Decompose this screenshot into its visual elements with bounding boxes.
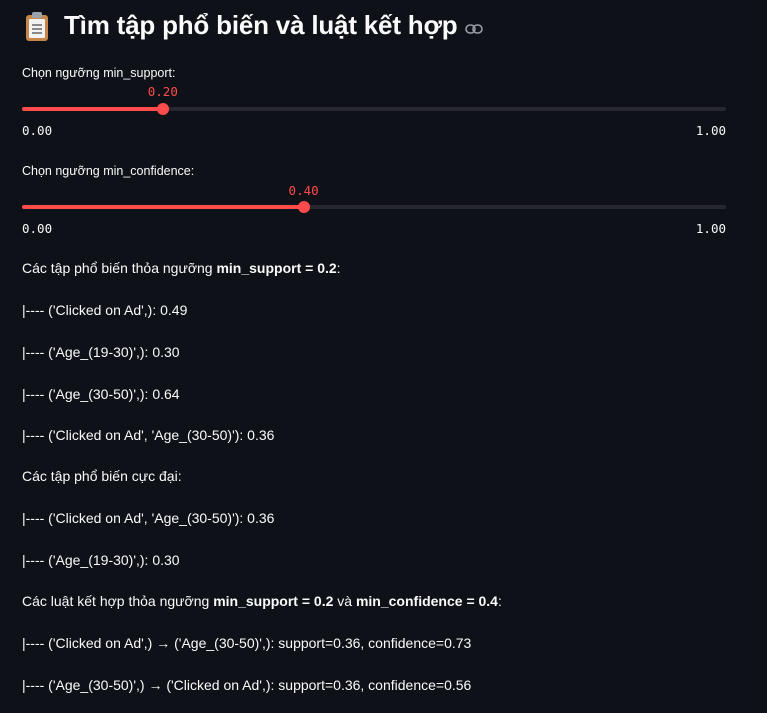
slider-track[interactable] bbox=[22, 201, 726, 213]
slider-thumb[interactable] bbox=[156, 103, 169, 115]
slider-value: 0.20 bbox=[147, 84, 178, 99]
list-item: |---- ('Clicked on Ad', 'Age_(30-50)'): … bbox=[22, 510, 275, 526]
rule-item: |---- ('Age_(30-50)',) → ('Clicked on Ad… bbox=[22, 677, 472, 693]
slider-label: Chọn ngưỡng min_support: bbox=[22, 66, 176, 80]
list-item: |---- ('Clicked on Ad',): 0.49 bbox=[22, 302, 188, 318]
list-item: |---- ('Age_(30-50)',): 0.64 bbox=[22, 386, 180, 402]
clipboard-icon bbox=[24, 11, 50, 41]
frequent-itemsets-heading: Các tập phổ biến thỏa ngưỡng min_support… bbox=[22, 260, 341, 276]
slider-label: Chọn ngưỡng min_confidence: bbox=[22, 164, 195, 178]
link-icon[interactable] bbox=[465, 23, 484, 35]
slider-track[interactable] bbox=[22, 103, 726, 115]
min-confidence-slider: Chọn ngưỡng min_confidence: 0.40 0.00 1.… bbox=[22, 164, 726, 240]
slider-fill bbox=[22, 107, 163, 111]
page-header: Tìm tập phổ biến và luật kết hợp bbox=[24, 10, 484, 41]
slider-max-label: 1.00 bbox=[695, 221, 726, 236]
association-rules-heading: Các luật kết hợp thỏa ngưỡng min_support… bbox=[22, 593, 502, 609]
slider-min-label: 0.00 bbox=[22, 123, 53, 138]
min-support-slider: Chọn ngưỡng min_support: 0.20 0.00 1.00 bbox=[22, 66, 726, 142]
slider-value: 0.40 bbox=[288, 183, 319, 198]
maximal-itemsets-heading: Các tập phổ biến cực đại: bbox=[22, 468, 182, 484]
slider-fill bbox=[22, 205, 304, 209]
slider-min-label: 0.00 bbox=[22, 221, 53, 236]
app-page: Tìm tập phổ biến và luật kết hợp Chọn ng… bbox=[0, 0, 767, 713]
list-item: |---- ('Age_(19-30)',): 0.30 bbox=[22, 344, 180, 360]
page-title: Tìm tập phổ biến và luật kết hợp bbox=[64, 10, 458, 40]
rule-item: |---- ('Clicked on Ad',) → ('Age_(30-50)… bbox=[22, 635, 472, 651]
slider-max-label: 1.00 bbox=[695, 123, 726, 138]
list-item: |---- ('Age_(19-30)',): 0.30 bbox=[22, 552, 180, 568]
list-item: |---- ('Clicked on Ad', 'Age_(30-50)'): … bbox=[22, 427, 275, 443]
slider-thumb[interactable] bbox=[297, 201, 310, 213]
